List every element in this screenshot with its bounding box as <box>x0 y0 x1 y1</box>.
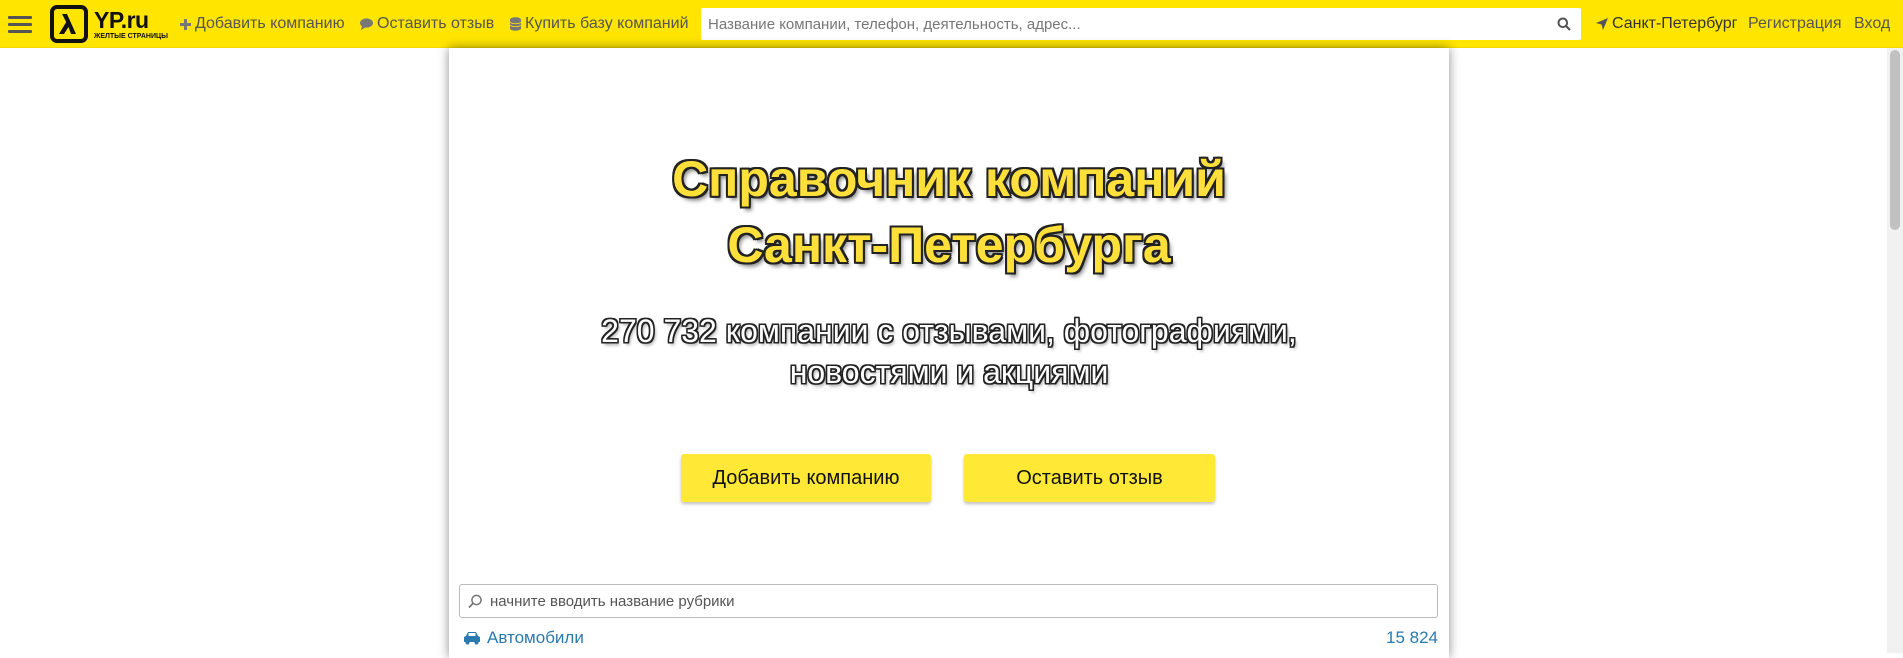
rubric-search-box <box>459 584 1438 618</box>
buy-database-link[interactable]: Купить базу компаний <box>510 15 689 33</box>
top-navigation-bar: YP.ru ЖЕЛТЫЕ СТРАНИЦЫ Добавить компанию … <box>0 0 1903 48</box>
hero-title-line-1: Справочник компаний <box>672 151 1226 207</box>
plus-icon <box>180 18 191 30</box>
location-arrow-icon <box>1596 18 1608 30</box>
logo-text: YP.ru <box>94 6 149 33</box>
city-selector[interactable]: Санкт-Петербург <box>1596 15 1737 33</box>
login-link[interactable]: Вход <box>1854 15 1890 33</box>
leave-review-link-label: Оставить отзыв <box>377 15 495 32</box>
add-company-link-label: Добавить компанию <box>195 15 345 32</box>
speech-bubble-icon <box>360 18 373 30</box>
leave-review-button[interactable]: Оставить отзыв <box>964 454 1215 502</box>
car-icon <box>463 631 481 645</box>
main-content-panel: Справочник компаний Санкт-Петербурга 270… <box>449 48 1449 658</box>
main-search-box <box>701 8 1581 40</box>
hero-title: Справочник компаний Санкт-Петербурга <box>449 146 1449 278</box>
yellow-pages-logo-icon <box>50 5 88 43</box>
hero-subtitle-line-1: 270 732 компании с отзывами, фотографиям… <box>601 313 1297 349</box>
hamburger-menu-icon[interactable] <box>8 16 32 34</box>
buy-database-link-label: Купить базу компаний <box>525 15 689 32</box>
rubric-search-icon <box>468 594 483 614</box>
category-link-cars[interactable]: Автомобили <box>463 628 584 648</box>
register-link[interactable]: Регистрация <box>1748 15 1842 33</box>
logo-subtitle: ЖЕЛТЫЕ СТРАНИЦЫ <box>94 32 168 40</box>
category-row: Автомобили 15 824 <box>463 628 1438 650</box>
hero-title-line-2: Санкт-Петербурга <box>727 217 1171 273</box>
city-label: Санкт-Петербург <box>1612 15 1738 32</box>
add-company-button[interactable]: Добавить компанию <box>681 454 931 502</box>
leave-review-link[interactable]: Оставить отзыв <box>360 15 494 33</box>
main-search-input[interactable] <box>701 8 1581 40</box>
add-company-link[interactable]: Добавить компанию <box>180 15 345 33</box>
hero-subtitle: 270 732 компании с отзывами, фотографиям… <box>449 311 1449 393</box>
site-logo[interactable]: YP.ru ЖЕЛТЫЕ СТРАНИЦЫ <box>50 5 168 43</box>
search-icon[interactable] <box>1557 17 1571 36</box>
rubric-search-input[interactable] <box>460 585 1437 617</box>
page-scrollbar-thumb[interactable] <box>1890 50 1900 230</box>
hero-subtitle-line-2: новостями и акциями <box>789 354 1109 390</box>
category-label: Автомобили <box>487 628 584 647</box>
database-icon <box>510 17 521 31</box>
category-count: 15 824 <box>1386 628 1438 647</box>
